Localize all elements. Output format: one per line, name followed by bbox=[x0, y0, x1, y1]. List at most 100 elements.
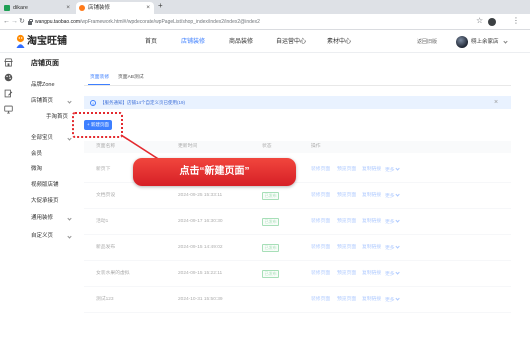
topnav-self-operation-center[interactable]: 自运营中心 bbox=[276, 39, 306, 45]
tab-page-ab-test[interactable]: 页面AB测试 bbox=[118, 75, 144, 81]
sidebar-item-mobile-home[interactable]: 手淘首页 bbox=[46, 114, 68, 121]
update-time: 2024-09-15 15:22:11 bbox=[178, 270, 223, 276]
taobao-favicon-icon bbox=[79, 5, 85, 11]
table-row: 文档页设 2024-09-25 15:33:11 已发布 装修页面 预览页面 复制链接 更多 bbox=[84, 183, 511, 209]
more-actions-link[interactable]: 更多 bbox=[385, 246, 399, 252]
copy-page-link[interactable]: 复制链接 bbox=[362, 245, 381, 251]
edit-document-icon[interactable] bbox=[4, 89, 13, 98]
back-arrow-icon[interactable] bbox=[3, 18, 10, 25]
copy-page-link[interactable]: 复制链接 bbox=[362, 297, 381, 303]
bookmark-star-icon[interactable] bbox=[476, 17, 483, 25]
app-logo[interactable]: 淘宝旺铺 bbox=[27, 37, 67, 47]
preview-page-link[interactable]: 预览页面 bbox=[337, 193, 356, 199]
topnav-shop-decoration[interactable]: 店铺装修 bbox=[181, 39, 205, 45]
shop-icon[interactable] bbox=[4, 58, 13, 67]
column-header-actions: 操作 bbox=[311, 143, 321, 149]
notice-text[interactable]: 【服务通知】店铺14个自定义页已使用(19) bbox=[100, 100, 185, 106]
sidebar-item-membership[interactable]: 会员 bbox=[31, 151, 42, 158]
chevron-down-icon[interactable] bbox=[67, 98, 72, 104]
close-tab-icon[interactable] bbox=[66, 5, 70, 12]
copy-page-link[interactable]: 复制链接 bbox=[362, 167, 381, 173]
preview-page-link[interactable]: 预览页面 bbox=[337, 245, 356, 251]
tutorial-callout: 点击“新建页面” bbox=[133, 158, 296, 186]
monitor-icon[interactable] bbox=[4, 105, 13, 114]
sidebar-item-general-decoration[interactable]: 通用装修 bbox=[31, 215, 53, 222]
column-header-name: 页面名称 bbox=[96, 143, 116, 149]
wangpu-logo-icon bbox=[16, 34, 25, 48]
address-bar: wangpu.taobao.com/wpFramework.html#/wpde… bbox=[0, 14, 530, 30]
close-tab-icon[interactable] bbox=[146, 5, 150, 12]
page-name[interactable]: 新品发布 bbox=[96, 245, 115, 251]
column-header-time: 更新时间 bbox=[178, 143, 198, 149]
browser-tab[interactable]: dikare bbox=[1, 2, 74, 14]
page-name[interactable]: 测试123 bbox=[96, 297, 114, 303]
table-row: 活动1 2024-09-17 16:30:30 已发布 装修页面 预览页面 复制链接 更多 bbox=[84, 209, 511, 235]
chevron-down-icon[interactable] bbox=[67, 233, 72, 239]
tab-page-decoration[interactable]: 页面装修 bbox=[90, 75, 109, 81]
close-icon[interactable] bbox=[494, 99, 498, 106]
highlight-box bbox=[72, 112, 123, 138]
table-row: 测试123 2024-10-31 15:50:39 装修页面 预览页面 复制链接 更多 bbox=[84, 287, 511, 313]
more-actions-link[interactable]: 更多 bbox=[385, 220, 399, 226]
url-field[interactable]: wangpu.taobao.com/wpFramework.html#/wpde… bbox=[35, 18, 260, 25]
topnav-product-decoration[interactable]: 商品装修 bbox=[229, 39, 253, 45]
preview-page-link[interactable]: 预览页面 bbox=[337, 167, 356, 173]
decorate-page-link[interactable]: 装修页面 bbox=[311, 219, 330, 225]
update-time: 2024-09-17 16:30:30 bbox=[178, 218, 223, 224]
sidebar-item-weitao[interactable]: 微淘 bbox=[31, 166, 42, 173]
preview-page-link[interactable]: 预览页面 bbox=[337, 297, 356, 303]
status-badge: 已发布 bbox=[262, 192, 280, 201]
sidebar-item-custom-page[interactable]: 自定义页 bbox=[31, 233, 53, 240]
decorate-page-link[interactable]: 装修页面 bbox=[311, 167, 330, 173]
sidebar-item-shop-home[interactable]: 店铺首页 bbox=[31, 98, 53, 105]
status-badge: 已发布 bbox=[262, 270, 280, 279]
sidebar-item-promo-landing[interactable]: 大促承接页 bbox=[31, 198, 59, 205]
decorate-page-link[interactable]: 装修页面 bbox=[311, 245, 330, 251]
copy-page-link[interactable]: 复制链接 bbox=[362, 193, 381, 199]
copy-page-link[interactable]: 复制链接 bbox=[362, 271, 381, 277]
browser-tab-bar: dikare 店铺装修 bbox=[0, 0, 530, 14]
sidebar-item-all-products[interactable]: 全部宝贝 bbox=[31, 135, 53, 142]
palette-icon[interactable] bbox=[4, 73, 13, 82]
decorate-page-link[interactable]: 装修页面 bbox=[311, 193, 330, 199]
decorate-page-link[interactable]: 装修页面 bbox=[311, 297, 330, 303]
reload-icon[interactable] bbox=[19, 18, 25, 25]
tab-title: 店铺装修 bbox=[88, 4, 111, 11]
more-actions-link[interactable]: 更多 bbox=[385, 194, 399, 200]
more-actions-link[interactable]: 更多 bbox=[385, 298, 399, 304]
new-tab-icon[interactable] bbox=[158, 2, 163, 10]
copy-page-link[interactable]: 复制链接 bbox=[362, 219, 381, 225]
shop-name[interactable]: 栩上余家店 bbox=[471, 39, 499, 46]
tab-divider bbox=[84, 85, 511, 86]
preview-page-link[interactable]: 预览页面 bbox=[337, 219, 356, 225]
app-header bbox=[0, 30, 530, 53]
more-actions-link[interactable]: 更多 bbox=[385, 168, 399, 174]
topnav-home[interactable]: 首页 bbox=[145, 39, 157, 45]
topnav-material-center[interactable]: 素材中心 bbox=[327, 39, 351, 45]
sidebar-title: 店铺页面 bbox=[31, 59, 59, 67]
more-actions-link[interactable]: 更多 bbox=[385, 272, 399, 278]
table-row: 女装水果的虚拟 2024-09-15 15:22:11 已发布 装修页面 预览页面 复制链… bbox=[84, 261, 511, 287]
column-header-status: 状态 bbox=[262, 143, 272, 149]
sidebar-item-video-shop[interactable]: 视频版店铺 bbox=[31, 182, 59, 189]
decorate-page-link[interactable]: 装修页面 bbox=[311, 271, 330, 277]
page-name[interactable]: 新页下 bbox=[96, 167, 110, 173]
browser-tab-active[interactable]: 店铺装修 bbox=[76, 2, 154, 14]
page-name[interactable]: 女装水果的虚拟 bbox=[96, 271, 130, 277]
preview-page-link[interactable]: 预览页面 bbox=[337, 271, 356, 277]
tab-title: dikare bbox=[13, 4, 28, 11]
lock-icon[interactable] bbox=[28, 19, 34, 25]
page-name[interactable]: 活动1 bbox=[96, 219, 108, 225]
page-name[interactable]: 文档页设 bbox=[96, 193, 115, 199]
sidebar-item-brand-zone[interactable]: 品牌Zone bbox=[31, 82, 55, 89]
status-badge: 已发布 bbox=[262, 244, 280, 253]
table-header: 页面名称 更新时间 状态 操作 bbox=[84, 141, 511, 153]
chevron-down-icon[interactable] bbox=[67, 215, 72, 221]
browser-menu-icon[interactable] bbox=[512, 17, 520, 25]
browser-profile-icon[interactable] bbox=[488, 18, 496, 26]
chevron-down-icon[interactable] bbox=[67, 135, 72, 141]
forward-arrow-icon[interactable] bbox=[11, 18, 18, 25]
avatar[interactable] bbox=[456, 36, 468, 48]
back-to-old-version-link[interactable]: 返回旧版 bbox=[417, 39, 437, 45]
url-path: /wpFramework.html#/wpdecorate/wpPageList… bbox=[80, 18, 260, 25]
